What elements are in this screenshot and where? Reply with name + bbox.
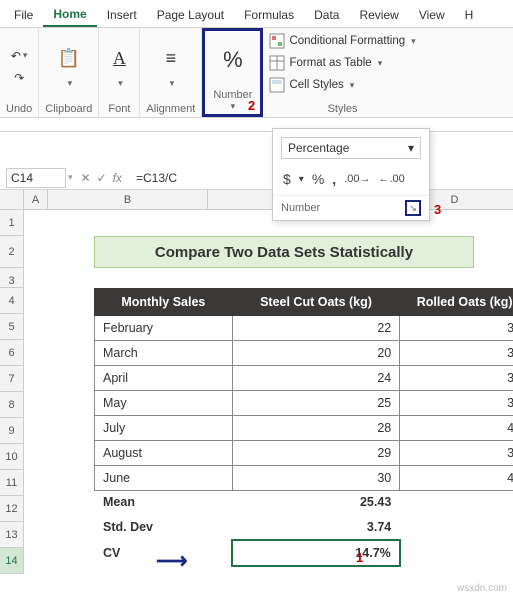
group-alignment-label: Alignment (146, 101, 195, 115)
tab-review[interactable]: Review (349, 2, 408, 26)
col-header[interactable]: B (48, 190, 208, 210)
group-font: A Font (99, 28, 140, 117)
table-row[interactable]: May2534 (95, 391, 513, 416)
grid: 1 2 3 4 5 6 7 8 9 10 11 12 13 14 A B C D… (0, 190, 513, 574)
callout-2: 2 (248, 98, 255, 113)
group-font-label: Font (105, 101, 133, 115)
row-header[interactable]: 13 (0, 522, 24, 548)
comma-button[interactable]: , (332, 171, 336, 187)
stat-row-std[interactable]: Std. Dev3.74 (95, 515, 513, 541)
currency-caret-icon[interactable]: ▾ (299, 174, 304, 185)
ribbon: ↶ ↷ Undo 📋 Clipboard A Font ≡ Alignment … (0, 28, 513, 118)
fx-icon[interactable]: fx (113, 171, 122, 185)
decrease-decimal-icon[interactable]: ←.00 (378, 173, 404, 185)
tab-data[interactable]: Data (304, 2, 349, 26)
conditional-formatting-button[interactable]: Conditional Formatting (269, 32, 415, 50)
group-undo-label: Undo (6, 101, 32, 115)
alignment-caret-icon[interactable] (168, 75, 175, 89)
arrow-icon: ⟶ (156, 548, 188, 574)
percent-icon[interactable]: % (223, 47, 243, 73)
row-header[interactable]: 10 (0, 444, 24, 470)
group-number-label: Number (213, 87, 252, 101)
tab-file[interactable]: File (4, 2, 43, 26)
tab-formulas[interactable]: Formulas (234, 2, 304, 26)
increase-decimal-icon[interactable]: .00→ (344, 173, 370, 185)
row-header[interactable]: 11 (0, 470, 24, 496)
page-title: Compare Two Data Sets Statistically (94, 236, 474, 268)
table-icon (269, 55, 285, 71)
chevron-down-icon: ▾ (408, 141, 414, 155)
row-header[interactable]: 8 (0, 392, 24, 418)
row-header[interactable]: 6 (0, 340, 24, 366)
alignment-icon[interactable]: ≡ (157, 45, 185, 73)
tab-page-layout[interactable]: Page Layout (147, 2, 234, 26)
format-as-table-button[interactable]: Format as Table (269, 54, 415, 72)
group-clipboard-label: Clipboard (45, 101, 92, 115)
col-header[interactable]: A (24, 190, 48, 210)
table-row[interactable]: July2845 (95, 416, 513, 441)
tab-insert[interactable]: Insert (97, 2, 147, 26)
cancel-icon[interactable]: ✕ (81, 171, 91, 185)
tab-home[interactable]: Home (43, 1, 96, 27)
row-header[interactable]: 4 (0, 288, 24, 314)
number-caret-icon[interactable]: ▾ (231, 101, 236, 112)
table-header: Steel Cut Oats (kg) (232, 289, 400, 316)
ribbon-tabs: File Home Insert Page Layout Formulas Da… (0, 0, 513, 28)
table-row[interactable]: August2932 (95, 441, 513, 466)
cond-fmt-icon (269, 33, 285, 49)
active-cell: 14.7% (232, 540, 400, 566)
cell-styles-button[interactable]: Cell Styles (269, 76, 415, 94)
table-row[interactable]: June3040 (95, 466, 513, 491)
table-row[interactable]: February2230 (95, 316, 513, 341)
tab-help-truncated[interactable]: H (455, 2, 484, 26)
data-table: Monthly Sales Steel Cut Oats (kg) Rolled… (94, 288, 513, 567)
group-styles-label: Styles (269, 101, 415, 115)
group-alignment: ≡ Alignment (140, 28, 202, 117)
font-icon[interactable]: A (105, 45, 133, 73)
row-header[interactable]: 5 (0, 314, 24, 340)
group-undo: ↶ ↷ Undo (0, 28, 39, 117)
formula-bar-row: C14 ▾ ✕ ✓ fx =C13/C (0, 166, 513, 190)
watermark: wsxdn.com (457, 583, 507, 594)
redo-icon[interactable]: ↷ (9, 68, 29, 88)
clipboard-caret-icon[interactable] (66, 75, 73, 89)
currency-button[interactable]: $ (283, 171, 291, 187)
table-row[interactable]: April2439 (95, 366, 513, 391)
percent-button[interactable]: % (312, 171, 324, 187)
number-format-select[interactable]: Percentage ▾ (281, 137, 421, 159)
row-header[interactable]: 9 (0, 418, 24, 444)
group-styles: Conditional Formatting Format as Table C… (263, 28, 421, 117)
name-box[interactable]: C14 (6, 168, 66, 188)
number-format-popup: Percentage ▾ $ ▾ % , .00→ ←.00 Number ↘ (272, 128, 430, 221)
stat-row-mean[interactable]: Mean25.43 (95, 491, 513, 515)
row-header[interactable]: 3 (0, 268, 24, 288)
tab-view[interactable]: View (409, 2, 455, 26)
row-header[interactable]: 12 (0, 496, 24, 522)
row-header[interactable]: 2 (0, 236, 24, 268)
row-header[interactable]: 1 (0, 210, 24, 236)
select-all-corner[interactable] (0, 190, 24, 210)
cell-styles-icon (269, 77, 285, 93)
callout-3: 3 (434, 202, 441, 217)
row-header[interactable]: 7 (0, 366, 24, 392)
group-clipboard: 📋 Clipboard (39, 28, 99, 117)
table-header: Monthly Sales (95, 289, 233, 316)
dialog-launcher-icon[interactable]: ↘ (405, 200, 421, 216)
popup-footer-label: Number (281, 202, 320, 214)
callout-1: 1 (356, 550, 363, 565)
table-row[interactable]: March2038 (95, 341, 513, 366)
row-header[interactable]: 14 (0, 548, 24, 574)
paste-icon[interactable]: 📋 (55, 45, 83, 73)
table-header: Rolled Oats (kg) (400, 289, 513, 316)
undo-icon[interactable]: ↶ (9, 46, 29, 66)
font-caret-icon[interactable] (116, 75, 123, 89)
confirm-icon[interactable]: ✓ (97, 171, 107, 185)
